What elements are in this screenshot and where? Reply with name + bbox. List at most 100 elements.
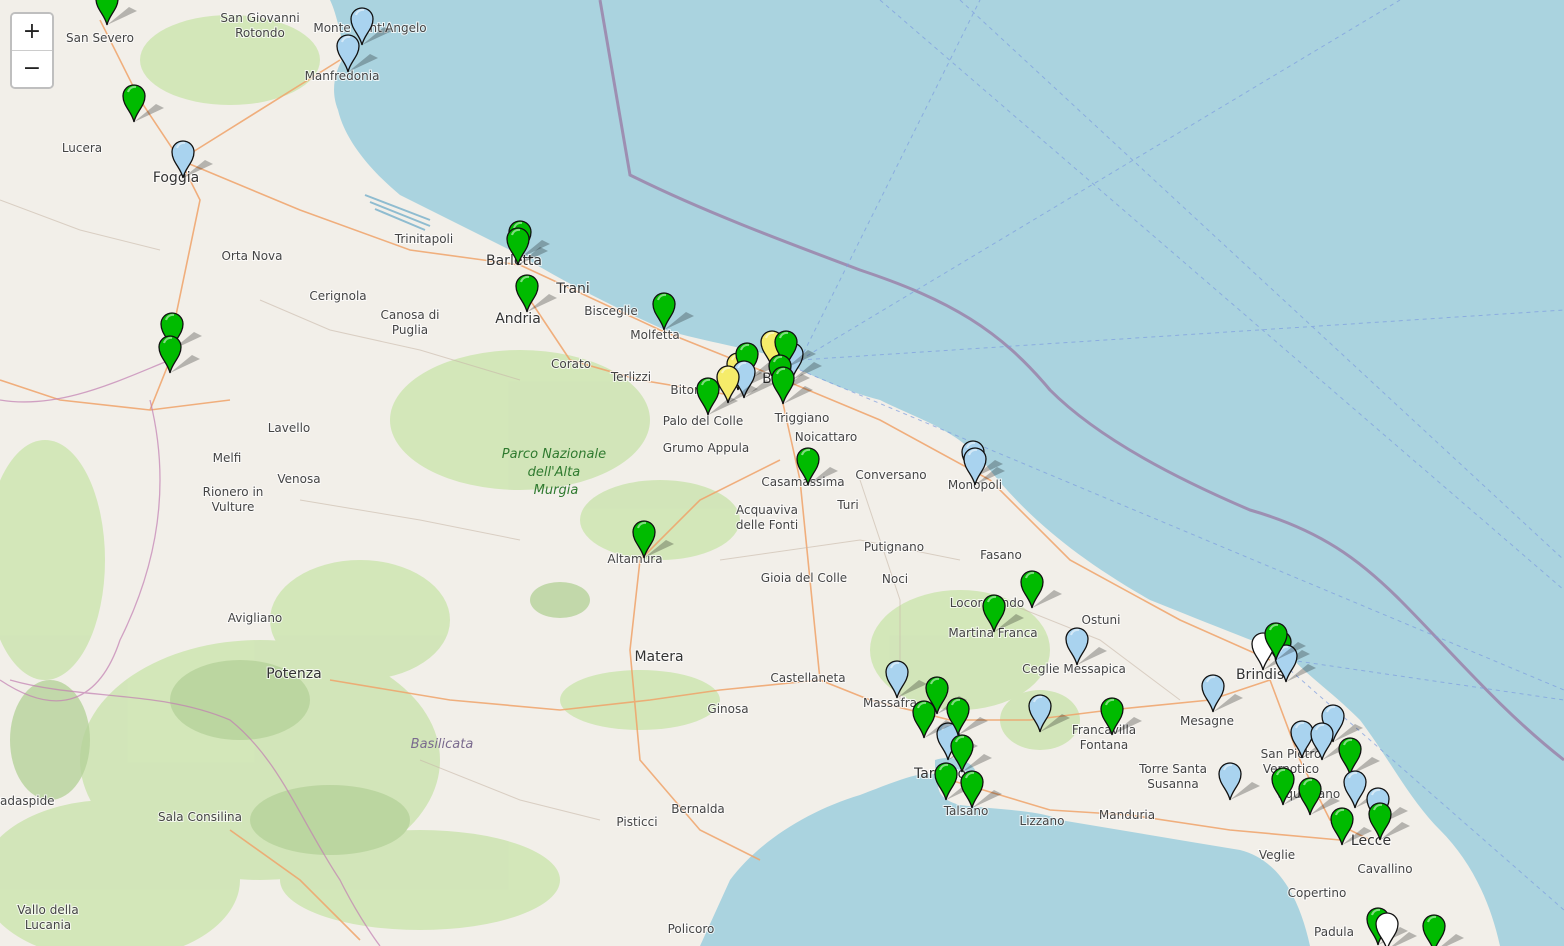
place-label: Copertino xyxy=(1288,886,1347,900)
park-label-line: dell'Alta xyxy=(528,465,581,480)
place-label-line: Trani xyxy=(555,281,590,297)
place-label-line: Cerignola xyxy=(309,289,366,303)
place-label-line: Policoro xyxy=(668,922,715,936)
map-canvas[interactable]: San Severo San Giovanni Rotondo Monte Sant'… xyxy=(0,0,1564,946)
place-label-line: Manfredonia xyxy=(305,69,380,83)
place-label: Noicattaro xyxy=(795,430,857,444)
place-label-line: Vallo della xyxy=(17,903,78,917)
place-label-line: San Pietro xyxy=(1261,747,1322,761)
place-label-line: Gioia del Colle xyxy=(761,571,847,585)
place-label: Cavallino xyxy=(1357,862,1412,876)
place-label: Castellaneta xyxy=(770,671,845,685)
place-label-line: San Severo xyxy=(66,31,134,45)
place-label-line: Padula xyxy=(1314,925,1354,939)
place-label-line: Lucania xyxy=(25,918,71,932)
place-label-line: Triggiano xyxy=(774,411,830,425)
place-label-line: Acquaviva xyxy=(736,503,798,517)
place-label-line: Veglie xyxy=(1259,848,1295,862)
place-label-line: Noicattaro xyxy=(795,430,857,444)
place-label: Manfredonia xyxy=(305,69,380,83)
place-label: Gioia del Colle xyxy=(761,571,847,585)
place-label-line: Susanna xyxy=(1147,777,1198,791)
place-label: Conversano xyxy=(855,468,926,482)
place-label: Triggiano xyxy=(774,411,830,425)
place-label: Talsano xyxy=(943,804,989,818)
place-label-line: Trinitapoli xyxy=(394,232,453,246)
place-label: Altamura xyxy=(607,552,662,566)
place-label: cadaspide xyxy=(0,794,55,808)
place-label: Bernalda xyxy=(671,802,725,816)
place-label-line: Talsano xyxy=(943,804,989,818)
place-label: Ceglie Messapica xyxy=(1022,662,1126,676)
place-label: Melfi xyxy=(213,451,242,465)
place-label-line: Palo del Colle xyxy=(663,414,743,428)
place-label: Grumo Appula xyxy=(663,441,749,455)
place-label-line: Vulture xyxy=(212,500,255,514)
place-label-line: Matera xyxy=(634,649,683,665)
place-label-line: Ostuni xyxy=(1082,613,1121,627)
place-label-line: Putignano xyxy=(864,540,924,554)
place-label-line: Lavello xyxy=(268,421,311,435)
park-label-line: Parco Nazionale xyxy=(502,447,606,462)
zoom-out-button[interactable]: − xyxy=(12,51,52,87)
place-label-line: Rionero in xyxy=(203,485,264,499)
place-label-line: Fontana xyxy=(1080,738,1128,752)
place-label-line: Mesagne xyxy=(1180,714,1234,728)
place-label-line: Lucera xyxy=(62,141,102,155)
place-label-line: Canosa di xyxy=(380,308,439,322)
place-label-line: Fasano xyxy=(980,548,1022,562)
place-label-line: Manduria xyxy=(1099,808,1155,822)
place-label-line: Corato xyxy=(551,357,591,371)
place-label: Mesagne xyxy=(1180,714,1234,728)
place-label: Vallo della Lucania xyxy=(17,903,78,932)
place-label: Rionero in Vulture xyxy=(203,485,264,514)
place-label-line: Ceglie Messapica xyxy=(1022,662,1126,676)
place-label: Sala Consilina xyxy=(158,810,242,824)
zoom-in-button[interactable]: + xyxy=(12,14,52,51)
place-label-line: Conversano xyxy=(855,468,926,482)
place-label: Policoro xyxy=(668,922,715,936)
place-label-line: Potenza xyxy=(266,666,321,682)
place-label-line: Cavallino xyxy=(1357,862,1412,876)
place-label: Padula xyxy=(1314,925,1354,939)
place-label: Fasano xyxy=(980,548,1022,562)
place-label-line: Altamura xyxy=(607,552,662,566)
place-label-line: Bisceglie xyxy=(584,304,637,318)
place-label-line: Copertino xyxy=(1288,886,1347,900)
place-label-line: Melfi xyxy=(213,451,242,465)
place-label: Corato xyxy=(551,357,591,371)
place-label: Lizzano xyxy=(1020,814,1065,828)
zoom-control: + − xyxy=(10,12,54,89)
place-label-line: Casamassima xyxy=(761,475,844,489)
place-label-line: Sala Consilina xyxy=(158,810,242,824)
place-label-line: Orta Nova xyxy=(221,249,282,263)
place-label-line: Pisticci xyxy=(616,815,657,829)
place-label: Massafra xyxy=(863,696,917,710)
place-label-line: Puglia xyxy=(392,323,428,337)
place-label: Palo del Colle xyxy=(663,414,743,428)
place-label-line: Avigliano xyxy=(228,611,283,625)
place-label: Venosa xyxy=(277,472,320,486)
place-label: Torre Santa Susanna xyxy=(1138,762,1207,791)
place-label: Matera xyxy=(634,649,683,665)
place-label-line: Molfetta xyxy=(630,328,679,342)
place-label-line: Bernalda xyxy=(671,802,725,816)
place-label: Bisceglie xyxy=(584,304,637,318)
place-label-line: Venosa xyxy=(277,472,320,486)
place-label: Pisticci xyxy=(616,815,657,829)
place-label: Noci xyxy=(882,572,908,586)
place-label-line: Ginosa xyxy=(707,702,748,716)
place-label-line: Andria xyxy=(495,311,541,327)
place-label-line: Rotondo xyxy=(235,26,285,40)
place-label: Terlizzi xyxy=(610,370,651,384)
park-label-line: Murgia xyxy=(534,483,579,498)
place-label: Veglie xyxy=(1259,848,1295,862)
place-label: Potenza xyxy=(266,666,321,682)
place-label: Lavello xyxy=(268,421,311,435)
place-label: Trani xyxy=(555,281,590,297)
place-label: Molfetta xyxy=(630,328,679,342)
place-label-line: Lizzano xyxy=(1020,814,1065,828)
place-label: Putignano xyxy=(864,540,924,554)
basemap: San SeveroSan Giovanni Rotondo Monte Sant'… xyxy=(0,0,1564,946)
place-label: Ostuni xyxy=(1082,613,1121,627)
